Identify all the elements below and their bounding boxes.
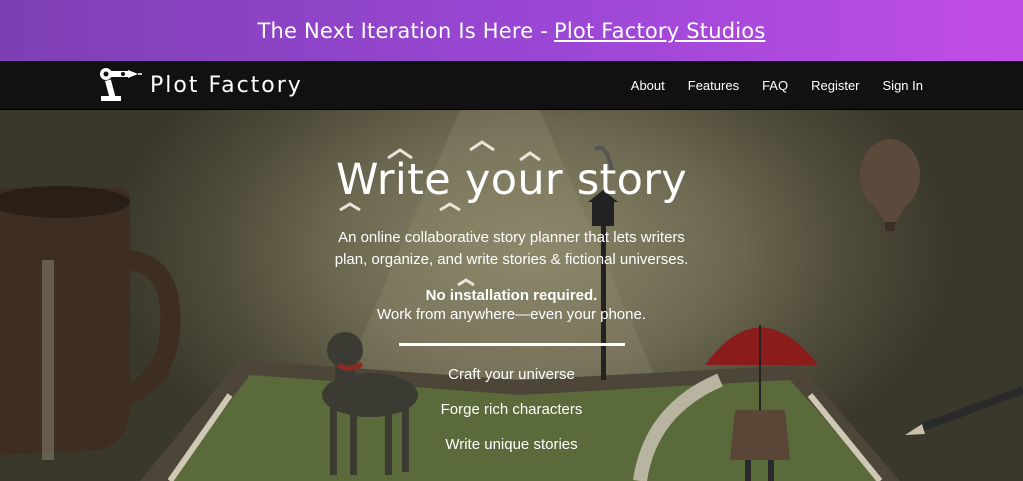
hero-divider (398, 343, 625, 346)
feature-item: Write unique stories (445, 436, 578, 453)
banner-text: The Next Iteration Is Here - (257, 18, 549, 43)
robot-arm-logo-icon (100, 68, 142, 101)
banner-link[interactable]: Plot Factory Studios (554, 19, 765, 43)
feature-item: Craft your universe (448, 366, 575, 383)
nav-link-features[interactable]: Features (688, 78, 739, 93)
hero-section: Write your story An online collaborative… (0, 110, 1023, 481)
feature-item: Forge rich characters (440, 401, 583, 418)
hero-title: Write your story (335, 155, 688, 205)
brand-name: Plot Factory (150, 72, 303, 98)
announcement-banner: The Next Iteration Is Here - Plot Factor… (0, 0, 1023, 61)
nav-link-register[interactable]: Register (811, 78, 859, 93)
hero-content: Write your story An online collaborative… (0, 110, 1023, 471)
feature-list: Craft your universe Forge rich character… (0, 366, 1023, 471)
brand[interactable]: Plot Factory (98, 68, 303, 102)
nav-links: About Features FAQ Register Sign In (608, 61, 923, 109)
nav-link-faq[interactable]: FAQ (762, 78, 788, 93)
hero-work-anywhere: Work from anywhere—even your phone. (376, 306, 647, 323)
navbar: Plot Factory About Features FAQ Register… (0, 61, 1023, 110)
nav-link-sign-in[interactable]: Sign In (883, 78, 923, 93)
nav-link-about[interactable]: About (631, 78, 665, 93)
hero-description: An online collaborative story planner th… (334, 229, 689, 268)
hero-no-install: No installation required. (425, 287, 598, 304)
